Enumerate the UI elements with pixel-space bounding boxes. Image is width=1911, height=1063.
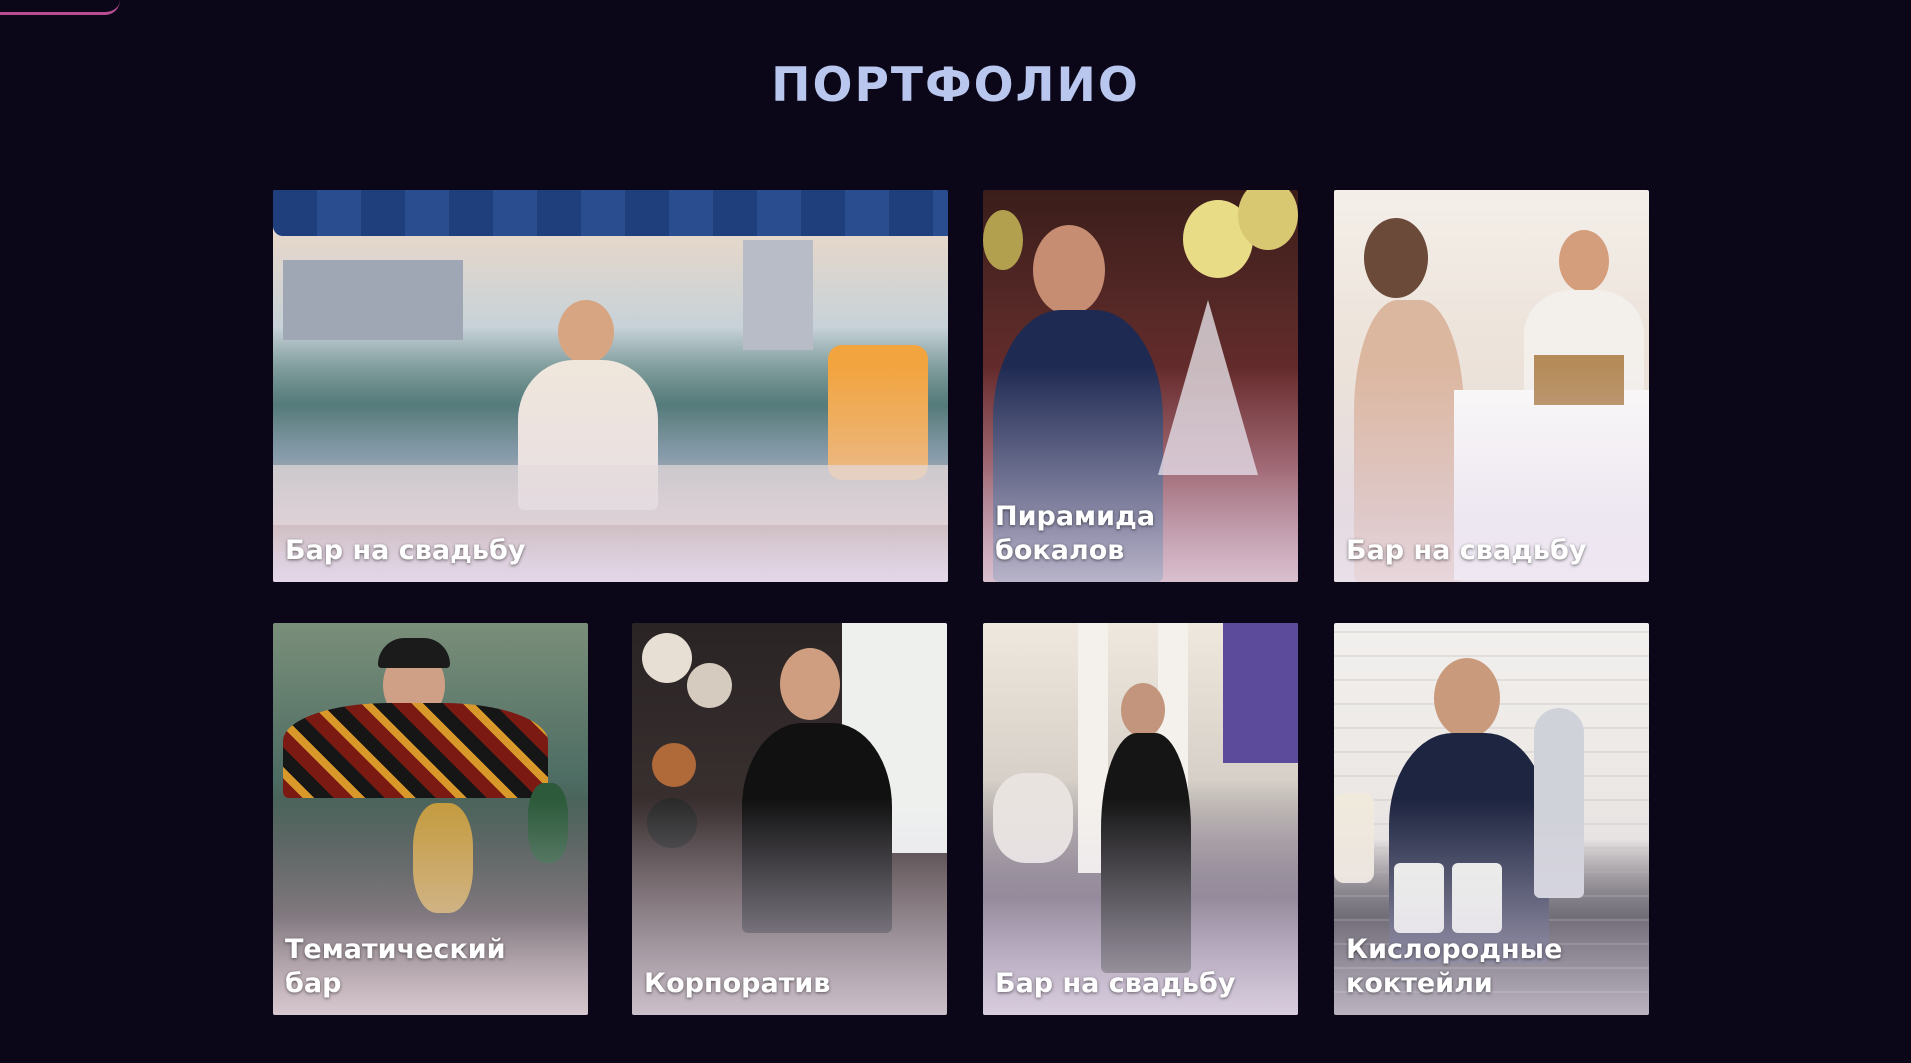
portfolio-card-wedding-bar-2[interactable]: Бар на свадьбу [1334, 190, 1649, 582]
portfolio-card-oxygen-cocktails[interactable]: Кислородные коктейли [1334, 623, 1649, 1015]
portfolio-card-wedding-bar-3[interactable]: Бар на свадьбу [983, 623, 1298, 1015]
card-caption: Кислородные коктейли [1346, 934, 1563, 999]
portfolio-card-themed-bar[interactable]: Тематический бар [273, 623, 588, 1015]
card-caption: Бар на свадьбу [1346, 535, 1587, 566]
decorative-corner-line [0, 0, 120, 15]
portfolio-card-wedding-bar-1[interactable]: Бар на свадьбу [273, 190, 948, 582]
card-caption: Корпоратив [644, 968, 831, 999]
card-caption: Тематический бар [285, 934, 506, 999]
portfolio-card-glass-pyramid[interactable]: Пирамида бокалов [983, 190, 1298, 582]
card-caption: Бар на свадьбу [995, 968, 1236, 999]
portfolio-card-corporate[interactable]: Корпоратив [632, 623, 947, 1015]
card-caption: Бар на свадьбу [285, 535, 526, 566]
section-title: ПОРТФОЛИО [771, 58, 1140, 113]
card-caption: Пирамида бокалов [995, 501, 1156, 566]
